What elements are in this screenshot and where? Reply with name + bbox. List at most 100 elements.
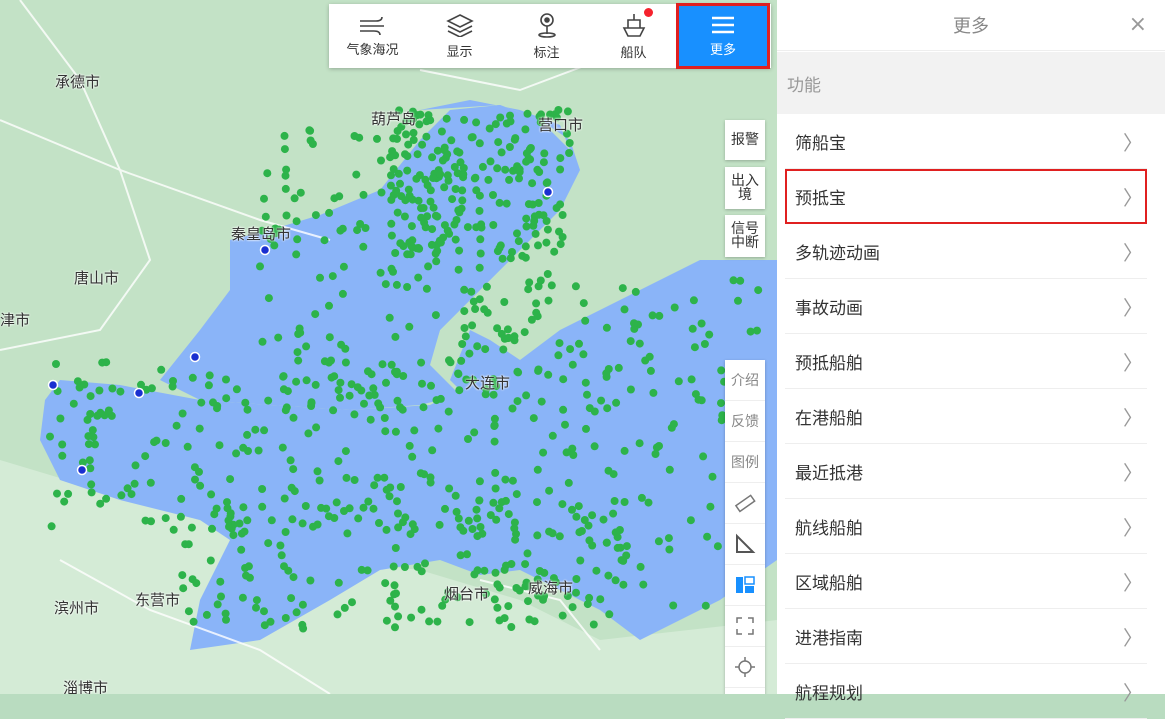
ship-marker[interactable] bbox=[287, 594, 296, 603]
ship-marker[interactable] bbox=[649, 388, 658, 397]
ship-marker[interactable] bbox=[585, 593, 594, 602]
ship-marker[interactable] bbox=[386, 181, 395, 190]
ship-marker[interactable] bbox=[391, 544, 400, 552]
display-button[interactable]: 显示 bbox=[416, 4, 503, 68]
ship-marker[interactable] bbox=[465, 349, 474, 358]
ship-marker[interactable] bbox=[495, 244, 504, 253]
ship-marker[interactable] bbox=[84, 432, 93, 441]
ship-marker[interactable] bbox=[472, 186, 481, 195]
ship-marker[interactable] bbox=[260, 607, 268, 616]
ship-marker[interactable] bbox=[295, 324, 304, 333]
ship-marker[interactable] bbox=[443, 171, 452, 180]
ship-marker[interactable] bbox=[391, 427, 400, 436]
ship-marker[interactable] bbox=[387, 360, 396, 369]
ship-marker[interactable] bbox=[238, 593, 247, 602]
ship-marker[interactable] bbox=[568, 360, 577, 369]
ship-marker[interactable] bbox=[378, 360, 387, 369]
ship-marker[interactable] bbox=[338, 289, 347, 298]
ship-marker[interactable] bbox=[340, 603, 349, 612]
ship-marker[interactable] bbox=[548, 529, 557, 538]
ship-marker[interactable] bbox=[315, 476, 324, 485]
ship-marker[interactable] bbox=[477, 220, 486, 229]
ship-marker[interactable] bbox=[522, 391, 531, 400]
ship-marker[interactable] bbox=[447, 136, 456, 145]
ship-marker[interactable] bbox=[387, 219, 396, 228]
ship-marker[interactable] bbox=[241, 398, 250, 407]
ship-marker[interactable] bbox=[504, 602, 513, 611]
ship-marker[interactable] bbox=[407, 613, 416, 622]
ship-marker[interactable] bbox=[500, 565, 509, 574]
ship-marker[interactable] bbox=[222, 615, 230, 624]
ship-marker[interactable] bbox=[243, 516, 252, 525]
ship-marker[interactable] bbox=[302, 342, 311, 351]
ship-marker[interactable] bbox=[454, 265, 463, 274]
ship-marker[interactable] bbox=[206, 556, 215, 565]
ship-marker[interactable] bbox=[639, 580, 648, 589]
ship-marker[interactable] bbox=[232, 385, 241, 394]
ship-marker[interactable] bbox=[503, 325, 512, 334]
menu-item[interactable]: 事故动画 〉 bbox=[785, 279, 1147, 334]
ship-marker[interactable] bbox=[561, 420, 569, 429]
ship-marker[interactable] bbox=[664, 534, 673, 543]
ship-marker[interactable] bbox=[408, 520, 417, 529]
ship-marker[interactable] bbox=[521, 125, 530, 134]
ship-marker[interactable] bbox=[501, 496, 510, 505]
ship-marker[interactable] bbox=[396, 179, 404, 188]
ship-marker[interactable] bbox=[665, 465, 674, 474]
ship-marker[interactable] bbox=[387, 264, 396, 273]
ship-marker[interactable] bbox=[506, 254, 515, 263]
ship-marker[interactable] bbox=[460, 285, 469, 294]
ship-marker[interactable] bbox=[590, 442, 599, 451]
ship-marker[interactable] bbox=[539, 211, 548, 220]
ship-marker[interactable] bbox=[178, 571, 187, 580]
ship-marker[interactable] bbox=[493, 164, 502, 173]
ship-marker[interactable] bbox=[279, 372, 288, 381]
ship-marker[interactable] bbox=[532, 308, 541, 317]
ship-marker[interactable] bbox=[400, 563, 409, 571]
ship-marker[interactable] bbox=[646, 366, 655, 375]
ship-marker[interactable] bbox=[480, 305, 489, 314]
ship-marker[interactable] bbox=[651, 450, 660, 458]
ship-marker[interactable] bbox=[376, 403, 385, 412]
ship-marker[interactable] bbox=[482, 282, 491, 291]
ship-marker[interactable] bbox=[645, 352, 654, 361]
ship-marker[interactable] bbox=[392, 589, 400, 598]
ship-marker[interactable] bbox=[202, 610, 211, 619]
ship-marker[interactable] bbox=[507, 623, 516, 631]
port-marker[interactable] bbox=[133, 387, 145, 399]
ship-marker[interactable] bbox=[302, 376, 311, 385]
ship-marker[interactable] bbox=[389, 562, 398, 571]
menu-item[interactable]: 在港船舶 〉 bbox=[785, 389, 1147, 444]
ship-marker[interactable] bbox=[161, 439, 170, 447]
ship-marker[interactable] bbox=[251, 425, 260, 434]
ship-marker[interactable] bbox=[223, 504, 232, 513]
ship-marker[interactable] bbox=[471, 305, 480, 313]
ship-marker[interactable] bbox=[278, 443, 287, 452]
ship-marker[interactable] bbox=[572, 588, 580, 597]
ship-marker[interactable] bbox=[401, 150, 409, 159]
ship-marker[interactable] bbox=[407, 222, 416, 231]
ship-marker[interactable] bbox=[504, 510, 513, 519]
ship-marker[interactable] bbox=[670, 303, 679, 312]
ship-marker[interactable] bbox=[754, 286, 763, 295]
ship-marker[interactable] bbox=[393, 208, 402, 217]
ship-marker[interactable] bbox=[309, 522, 317, 531]
ship-marker[interactable] bbox=[281, 614, 290, 622]
ship-marker[interactable] bbox=[104, 406, 113, 415]
ship-marker[interactable] bbox=[525, 278, 534, 287]
ship-marker[interactable] bbox=[753, 326, 761, 335]
ship-marker[interactable] bbox=[141, 516, 150, 525]
ship-marker[interactable] bbox=[498, 254, 507, 263]
ship-marker[interactable] bbox=[510, 135, 519, 144]
ship-marker[interactable] bbox=[450, 163, 459, 171]
ship-marker[interactable] bbox=[215, 441, 224, 450]
ship-marker[interactable] bbox=[648, 311, 657, 320]
menu-item[interactable]: 最近抵港 〉 bbox=[785, 444, 1147, 499]
menu-item[interactable]: 预抵船舶 〉 bbox=[785, 334, 1147, 389]
ship-marker[interactable] bbox=[256, 262, 264, 271]
ship-marker[interactable] bbox=[280, 145, 289, 154]
ship-marker[interactable] bbox=[422, 132, 431, 141]
ship-marker[interactable] bbox=[533, 165, 542, 174]
ship-marker[interactable] bbox=[382, 485, 391, 494]
ship-marker[interactable] bbox=[337, 340, 346, 349]
